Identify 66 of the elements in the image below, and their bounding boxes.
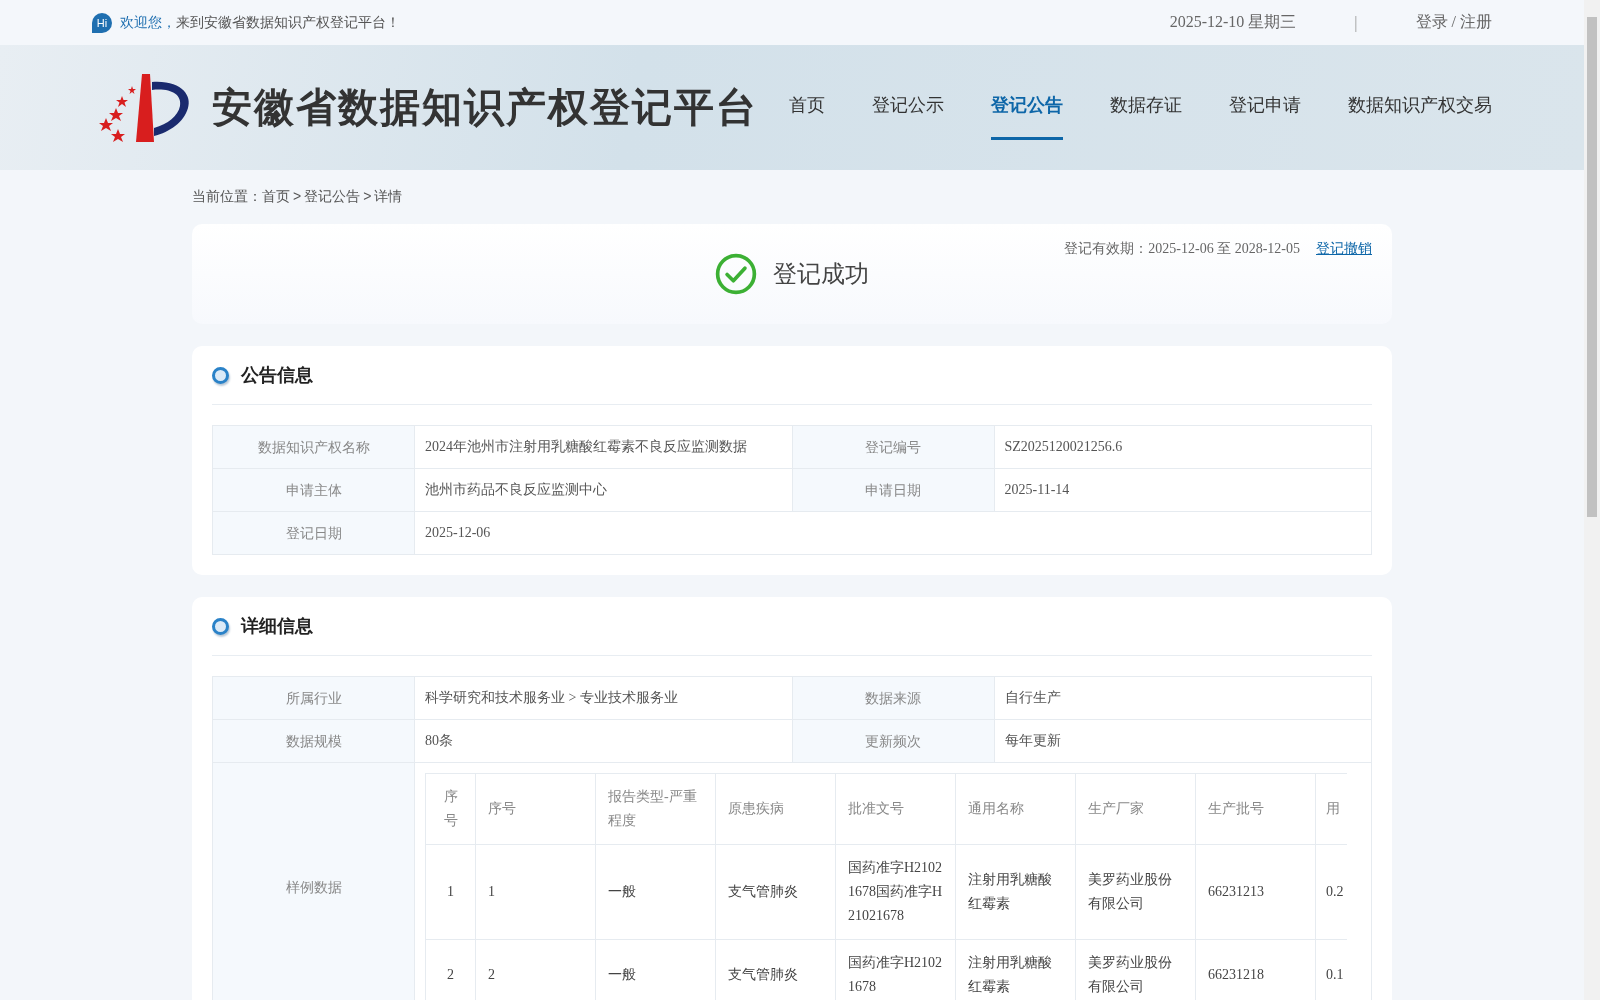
field-label: 申请日期 [792,469,995,512]
breadcrumb-link[interactable]: 登记公告 [304,188,361,204]
nav-tab[interactable]: 首页 [789,60,825,140]
field-label: 数据来源 [792,677,995,720]
table-cell: 一般 [595,844,716,940]
revoke-link[interactable]: 登记撤销 [1316,240,1372,258]
bullet-icon [212,617,229,635]
field-value: 2025-12-06 [415,512,1372,555]
table-cell: 注射用乳糖酸红霉素 [955,844,1076,940]
scrollbar-thumb[interactable] [1587,17,1597,517]
welcome-text: 来到安徽省数据知识产权登记平台！ [176,13,400,32]
column-header: 批准文号 [835,773,956,845]
breadcrumb-separator: > [293,188,302,204]
field-value: 科学研究和技术服务业 > 专业技术服务业 [415,677,793,720]
nav-tab[interactable]: 登记公示 [872,60,944,140]
field-label: 数据知识产权名称 [213,426,415,469]
column-header: 报告类型-严重程度 [595,773,716,845]
scrollbar[interactable] [1584,0,1600,1000]
breadcrumb-link[interactable]: 首页 [262,188,290,204]
column-header: 生产厂家 [1075,773,1196,845]
field-value: 80条 [415,720,793,763]
table-cell: 2 [425,939,476,1000]
table-cell: 美罗药业股份有限公司 [1075,844,1196,940]
date-text: 2025-12-10 星期三 [1169,12,1297,32]
field-value: 2025-11-14 [994,469,1372,512]
field-label: 数据规模 [213,720,415,763]
success-check-icon [715,253,757,295]
field-value: 2024年池州市注射用乳糖酸红霉素不良反应监测数据 [415,426,793,469]
login-register-link[interactable]: 登录 / 注册 [1415,12,1492,33]
column-header: 序号 [475,773,596,845]
section-title: 详细信息 [241,615,313,638]
nav-tab[interactable]: 数据存证 [1110,60,1182,140]
field-value: 每年更新 [994,720,1372,763]
column-header: 原患疾病 [715,773,836,845]
column-header: 序号 [425,773,476,845]
hi-badge-icon: Hi [92,12,112,33]
greeting-text: 欢迎您， [120,13,176,32]
column-header: 生产批号 [1195,773,1316,845]
field-label: 样例数据 [213,763,415,1000]
field-value: SZ2025120021256.6 [994,426,1372,469]
field-value: 池州市药品不良反应监测中心 [415,469,793,512]
field-label: 更新频次 [792,720,995,763]
table-cell: 1 [425,844,476,940]
field-label: 所属行业 [213,677,415,720]
bullet-icon [212,366,229,384]
breadcrumb-label: 当前位置： [192,188,262,204]
table-cell: 国药准字H21021678国药准字H21021678 [835,844,956,940]
separator: | [1354,13,1358,32]
field-label: 申请主体 [213,469,415,512]
column-header: 用 [1315,773,1347,845]
status-title: 登记成功 [773,259,869,289]
field-label: 登记编号 [792,426,995,469]
field-value: 自行生产 [994,677,1372,720]
nav-tab[interactable]: 登记公告 [991,60,1063,140]
table-cell: 1 [475,844,596,940]
column-header: 通用名称 [955,773,1076,845]
table-cell: 66231213 [1195,844,1316,940]
breadcrumb-link[interactable]: 详情 [374,188,403,204]
breadcrumb-separator: > [363,188,372,204]
nav-tab[interactable]: 登记申请 [1229,60,1301,140]
nav-tab[interactable]: 数据知识产权交易 [1348,60,1492,140]
site-title: 安徽省数据知识产权登记平台 [212,84,758,131]
validity-period-text: 登记有效期：2025-12-06 至 2028-12-05 [1064,240,1300,258]
section-title: 公告信息 [241,364,313,387]
field-label: 登记日期 [213,512,415,555]
table-cell: 支气管肺炎 [715,844,836,940]
